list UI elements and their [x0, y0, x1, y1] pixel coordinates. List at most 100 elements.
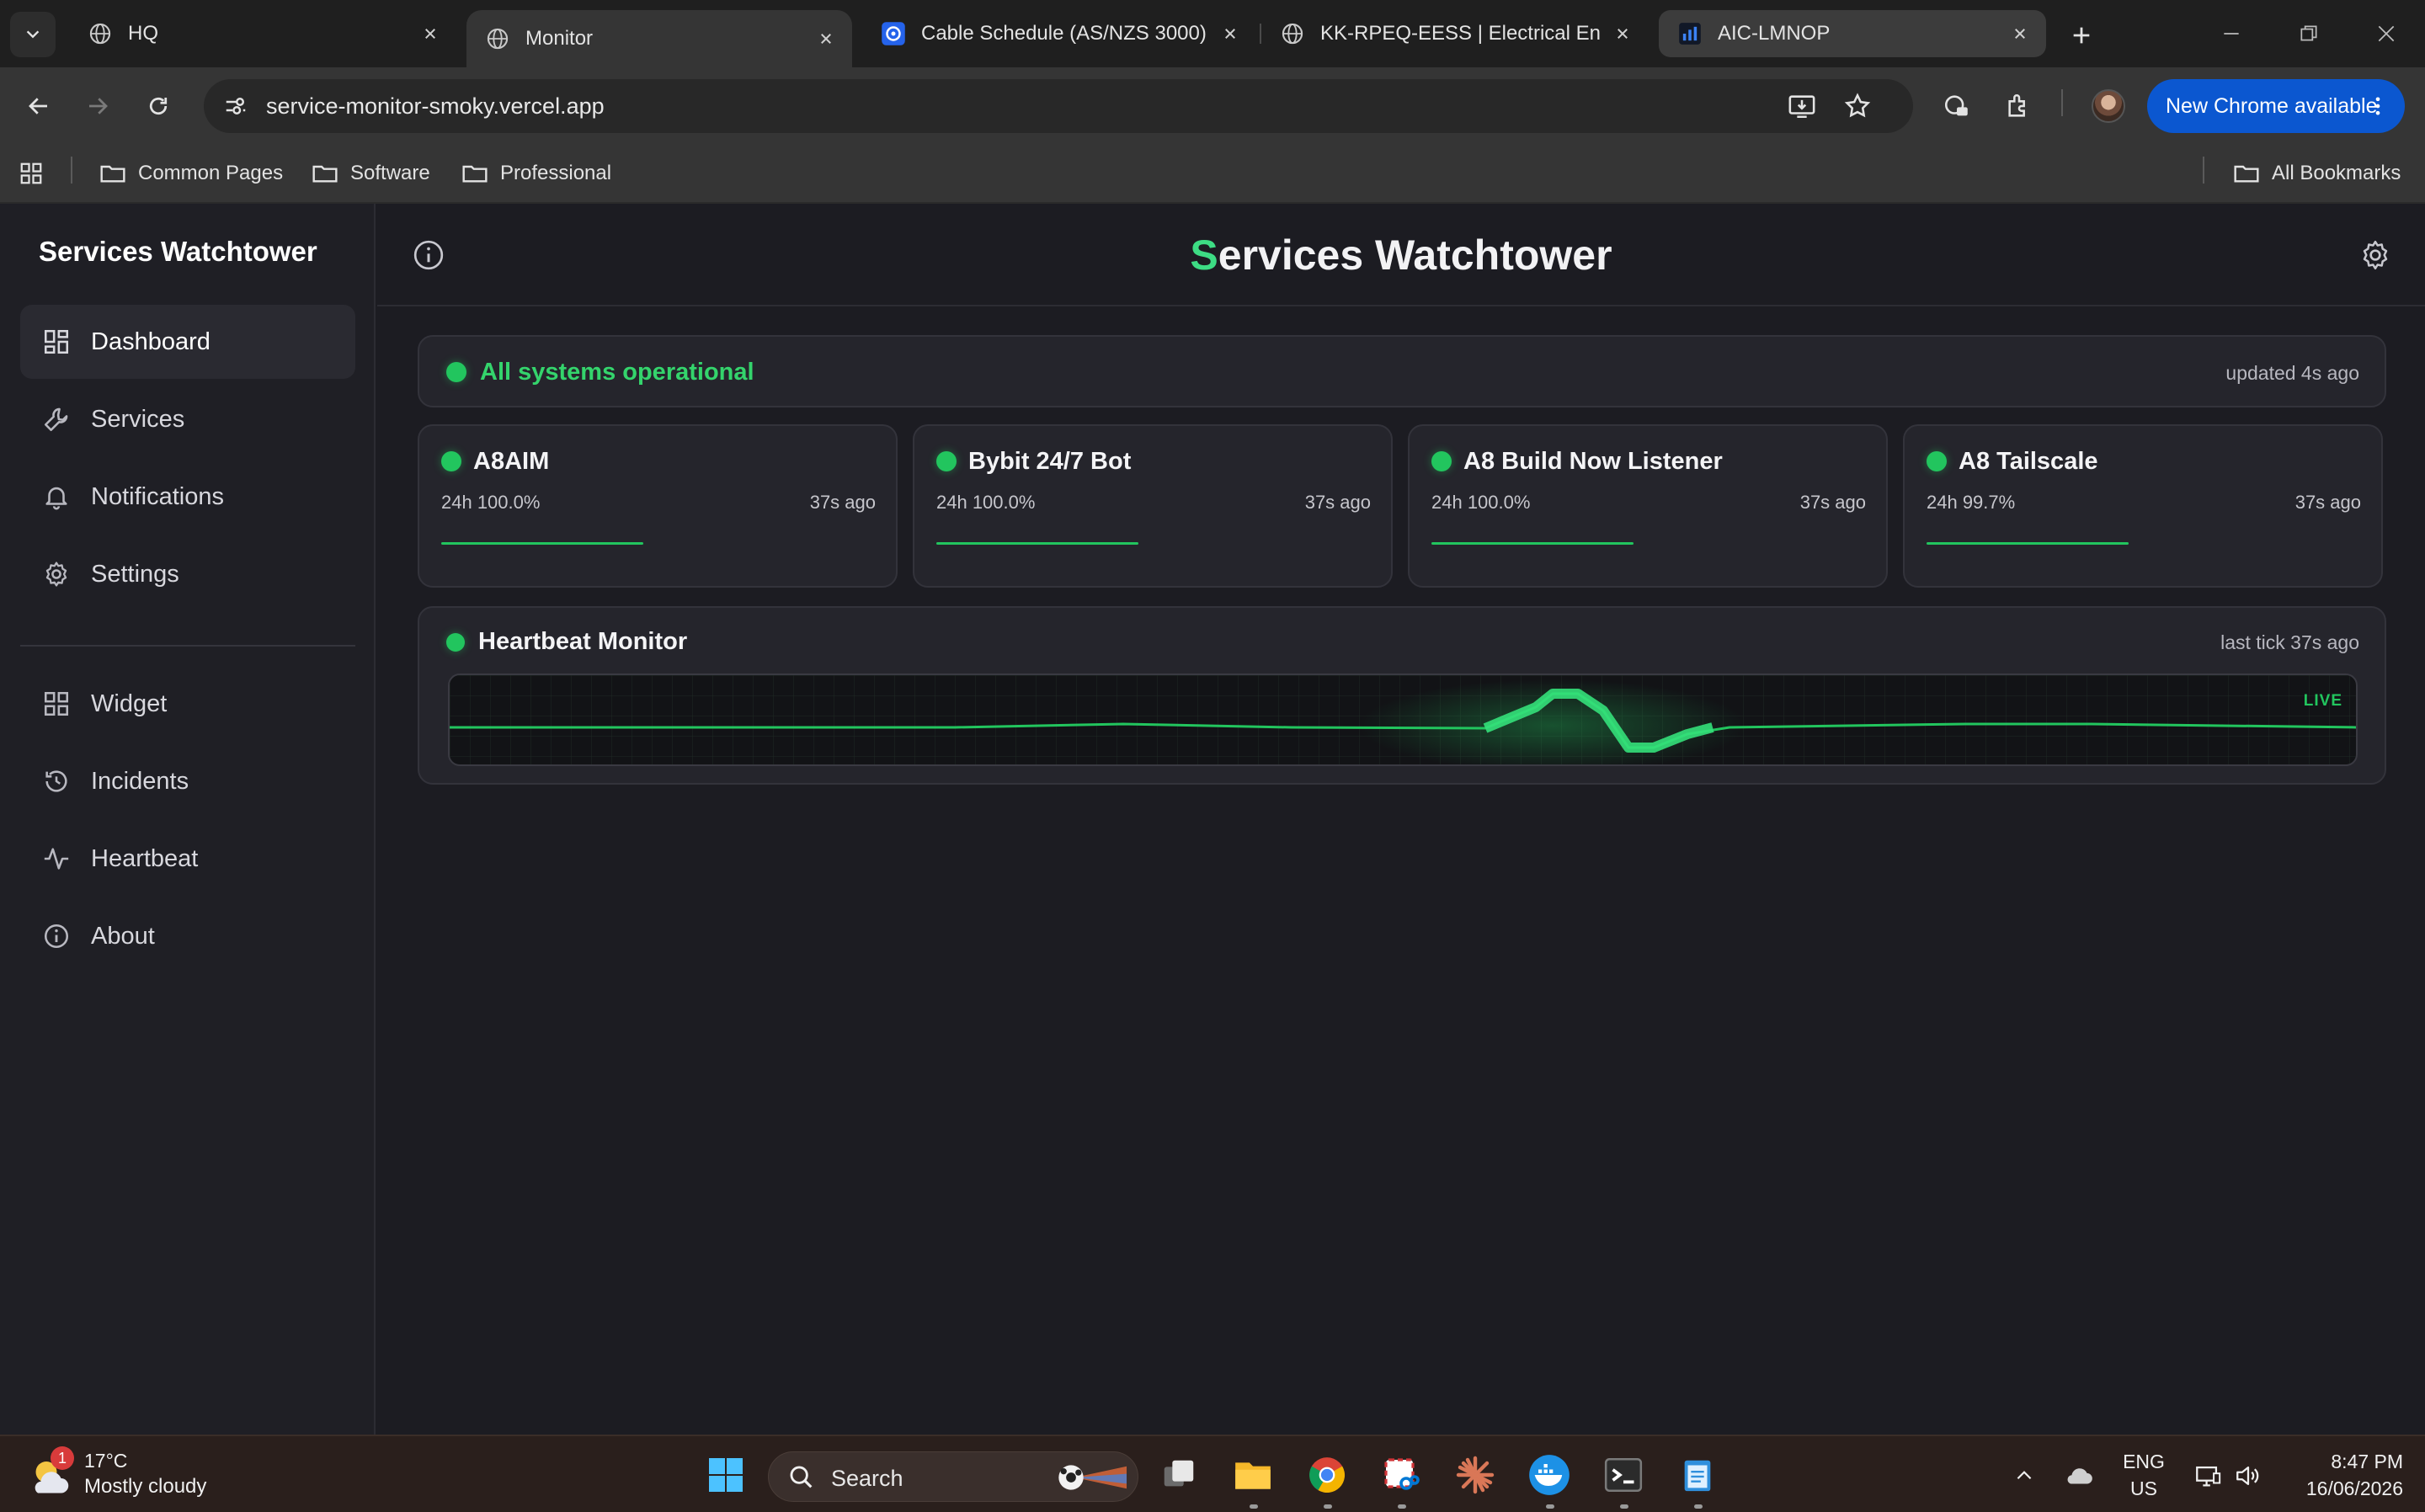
tab-title: HQ — [128, 22, 158, 45]
tab-kk-rpeq[interactable]: KK-RPEQ-EESS | Electrical Engineering — [1261, 10, 1649, 57]
running-indicator — [1250, 1504, 1258, 1509]
sidebar-item-incidents[interactable]: Incidents — [20, 744, 355, 818]
system-clock[interactable]: 8:47 PM 16/06/2026 — [2285, 1448, 2403, 1502]
sidebar-item-settings[interactable]: Settings — [20, 537, 355, 611]
site-info-icon[interactable] — [221, 91, 251, 121]
all-bookmarks-button[interactable]: All Bookmarks — [2233, 155, 2401, 192]
sidebar-item-label: Dashboard — [91, 327, 211, 355]
close-tab-icon[interactable] — [2007, 21, 2033, 46]
bookmark-star-icon[interactable] — [1842, 91, 1873, 121]
bookmark-label: Professional — [500, 162, 612, 184]
sidebar-item-about[interactable]: About — [20, 899, 355, 973]
install-app-icon[interactable] — [1787, 91, 1817, 121]
taskbar-app-terminal[interactable] — [1600, 1451, 1647, 1509]
tab-cable-schedule[interactable]: Cable Schedule (AS/NZS 3000) — [862, 10, 1256, 57]
dashboard-icon — [40, 326, 72, 358]
close-window-button[interactable] — [2361, 13, 2412, 54]
service-last-check: 37s ago — [1799, 492, 1866, 513]
close-tab-icon[interactable] — [1218, 21, 1243, 46]
taskbar-app-chrome[interactable] — [1303, 1451, 1351, 1509]
taskbar-app-snipping-tool[interactable] — [1378, 1451, 1425, 1509]
tab-hq[interactable]: HQ — [69, 10, 456, 57]
history-icon — [40, 765, 72, 797]
bookmark-folder-common-pages[interactable]: Common Pages — [99, 155, 283, 192]
plus-icon — [2073, 27, 2090, 44]
restore-icon — [2300, 25, 2317, 41]
system-status-bar: All systems operational updated 4s ago — [418, 335, 2386, 407]
close-tab-icon[interactable] — [418, 21, 443, 46]
app-sidebar: Services Watchtower Dashboard Services N… — [0, 204, 376, 1435]
lang-secondary: US — [2130, 1477, 2157, 1499]
cloud-icon — [2067, 1468, 2092, 1484]
status-dot — [446, 362, 466, 382]
show-hidden-icons[interactable] — [2007, 1455, 2041, 1497]
search-icon — [790, 1466, 813, 1488]
taskbar-app-docker[interactable] — [1526, 1451, 1573, 1509]
service-card[interactable]: A8 Build Now Listener 24h 100.0% 37s ago — [1408, 424, 1888, 588]
profile-avatar[interactable] — [2092, 89, 2125, 123]
tab-monitor[interactable]: Monitor — [466, 10, 852, 67]
bookmarks-separator — [71, 157, 72, 184]
gear-icon — [2363, 240, 2388, 270]
start-button[interactable] — [702, 1451, 749, 1499]
reload-button[interactable] — [138, 86, 179, 126]
sidebar-item-notifications[interactable]: Notifications — [20, 460, 355, 534]
bookmark-label: Software — [350, 162, 430, 184]
folder-icon — [100, 165, 125, 183]
bookmark-folder-professional[interactable]: Professional — [461, 155, 611, 192]
back-button[interactable] — [19, 86, 59, 126]
tab-aic-lmnop[interactable]: AIC-LMNOP — [1659, 10, 2046, 57]
bell-icon — [40, 481, 72, 513]
settings-button[interactable] — [2356, 236, 2395, 274]
running-indicator — [1694, 1504, 1703, 1509]
sidebar-item-widget[interactable]: Widget — [20, 667, 355, 741]
extensions-puzzle-icon[interactable] — [2001, 88, 2038, 125]
running-indicator — [1324, 1504, 1332, 1509]
heartbeat-last-tick: last tick 37s ago — [2220, 631, 2359, 653]
taskbar-app-file-explorer[interactable] — [1229, 1451, 1276, 1509]
service-sparkline — [441, 542, 643, 545]
speaker-icon — [2236, 1466, 2259, 1486]
app-main: Services Watchtower All systems operatio… — [377, 204, 2425, 1435]
close-tab-icon[interactable] — [1610, 21, 1635, 46]
running-indicator — [1546, 1504, 1554, 1509]
extension-badge-icon[interactable] — [1938, 88, 1975, 125]
forward-button[interactable] — [77, 86, 118, 126]
sidebar-item-heartbeat[interactable]: Heartbeat — [20, 822, 355, 896]
running-indicator — [1398, 1504, 1406, 1509]
service-card[interactable]: A8AIM 24h 100.0% 37s ago — [418, 424, 898, 588]
tab-title: AIC-LMNOP — [1718, 22, 1831, 45]
service-status-dot — [1927, 451, 1947, 471]
service-card[interactable]: Bybit 24/7 Bot 24h 100.0% 37s ago — [913, 424, 1393, 588]
network-tray[interactable] — [2189, 1455, 2226, 1497]
globe-icon — [1280, 21, 1305, 46]
service-card[interactable]: A8 Tailscale 24h 99.7% 37s ago — [1903, 424, 2383, 588]
tab-search-button[interactable] — [10, 12, 56, 57]
weather-widget[interactable]: 1 17°C Mostly cloudy — [25, 1446, 244, 1504]
bookmark-folder-software[interactable]: Software — [312, 155, 430, 192]
tab-title: Monitor — [525, 27, 594, 50]
onedrive-tray[interactable] — [2058, 1455, 2100, 1497]
sidebar-item-services[interactable]: Services — [20, 382, 355, 456]
address-bar[interactable]: service-monitor-smoky.vercel.app — [204, 79, 1913, 133]
service-status-dot — [936, 451, 957, 471]
minimize-button[interactable] — [2206, 13, 2257, 54]
taskbar-search[interactable]: Search — [768, 1451, 1138, 1502]
apps-button[interactable] — [19, 155, 56, 192]
new-chrome-available-button[interactable]: New Chrome available — [2147, 79, 2405, 133]
sidebar-item-label: Heartbeat — [91, 844, 199, 872]
taskbar-app-claude[interactable] — [1452, 1451, 1499, 1499]
sidebar-item-dashboard[interactable]: Dashboard — [20, 305, 355, 379]
language-indicator[interactable]: ENG US — [2119, 1448, 2169, 1502]
arrow-right-icon — [89, 98, 108, 114]
taskbar-app-task-view[interactable] — [1155, 1451, 1202, 1499]
page-title-rest: ervices Watchtower — [1218, 232, 1612, 279]
new-tab-button[interactable] — [2063, 17, 2100, 54]
close-tab-icon[interactable] — [813, 26, 839, 51]
restore-button[interactable] — [2284, 13, 2334, 54]
service-last-check: 37s ago — [2294, 492, 2361, 513]
taskbar-app-notepad[interactable] — [1674, 1451, 1721, 1509]
url-text[interactable]: service-monitor-smoky.vercel.app — [266, 93, 605, 120]
volume-tray[interactable] — [2230, 1455, 2267, 1497]
minimize-icon — [2224, 33, 2239, 35]
